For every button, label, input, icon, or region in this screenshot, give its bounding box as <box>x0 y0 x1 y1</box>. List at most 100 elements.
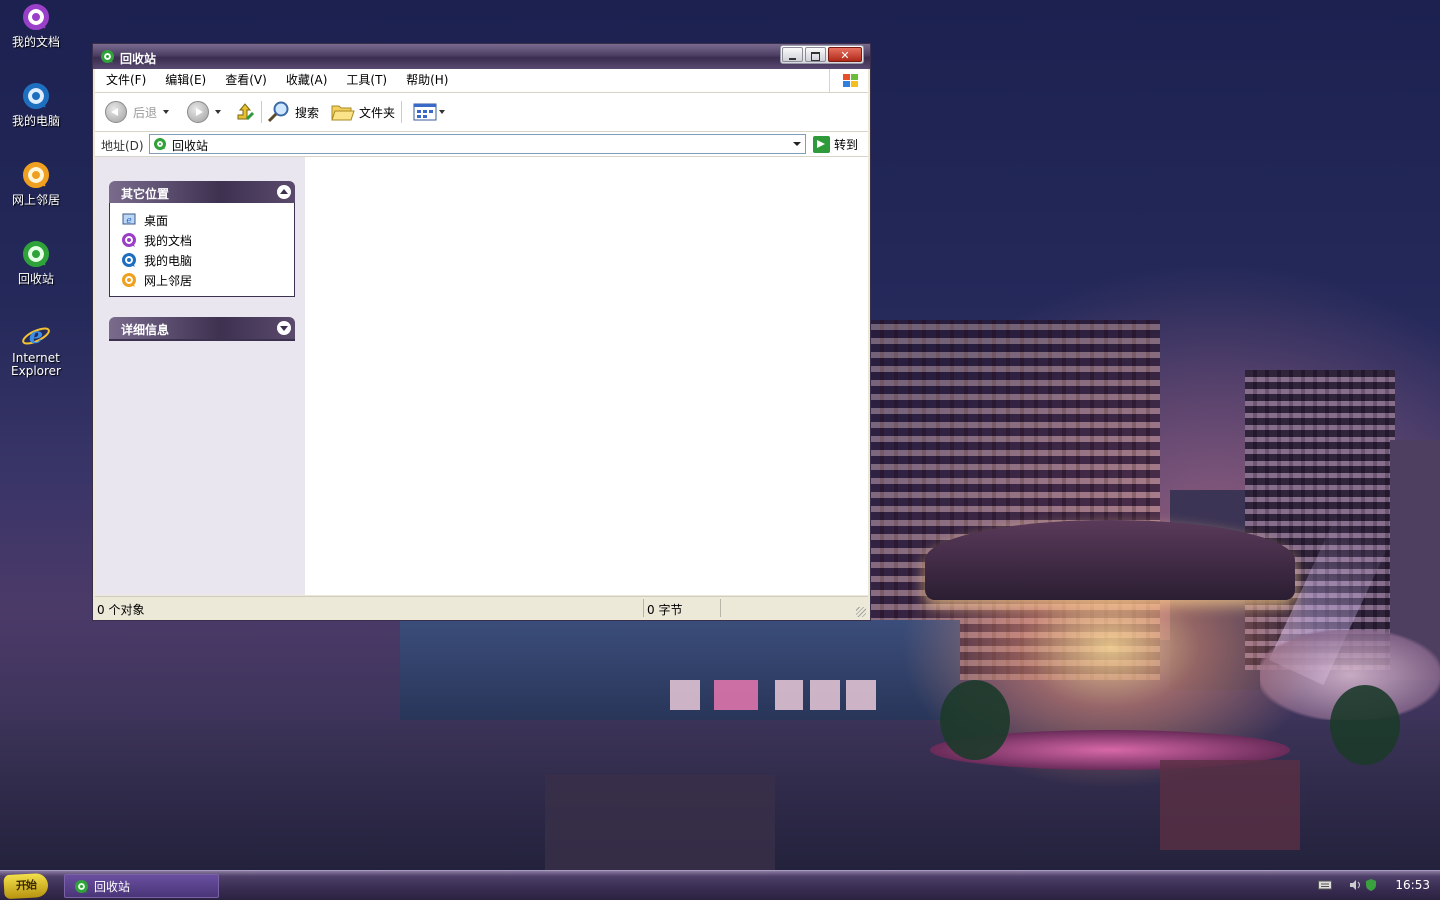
go-button[interactable]: 转到 <box>813 134 858 154</box>
desktop-icon-label: 我的文档 <box>11 35 60 49</box>
desktop-icon-my-documents[interactable]: 我的文档 <box>0 4 72 49</box>
desktop-icon-network-places[interactable]: 网上邻居 <box>0 162 72 207</box>
desktop-icon-my-computer[interactable]: 我的电脑 <box>0 83 72 128</box>
keyboard-icon[interactable] <box>1318 878 1332 892</box>
wallpaper-shop-window <box>670 680 700 710</box>
place-label: 桌面 <box>144 213 169 228</box>
volume-icon[interactable] <box>1348 878 1362 892</box>
wallpaper-mall <box>400 620 960 730</box>
place-link-desktop[interactable]: e 桌面 <box>110 210 294 230</box>
address-dropdown-button[interactable] <box>789 136 804 152</box>
file-list-area[interactable] <box>305 157 868 595</box>
my-documents-icon <box>122 233 136 247</box>
status-bar: 0 个对象 0 字节 <box>95 596 868 619</box>
status-object-count: 0 个对象 <box>97 603 145 617</box>
minimize-button[interactable] <box>782 47 803 62</box>
wallpaper-shop-window <box>775 680 803 710</box>
wallpaper-bench <box>1160 760 1300 850</box>
forward-button[interactable] <box>187 99 221 125</box>
internet-explorer-icon: e <box>21 320 51 350</box>
start-label: 开始 <box>15 878 37 893</box>
recycle-bin-icon <box>154 138 166 150</box>
views-icon <box>413 103 437 121</box>
menu-help[interactable]: 帮助(H) <box>395 69 456 92</box>
search-label: 搜索 <box>295 105 320 120</box>
standard-toolbar: 后退 搜索 文件夹 <box>95 93 868 132</box>
toolbar-separator <box>401 101 402 123</box>
desktop-icon-recycle-bin[interactable]: 回收站 <box>0 241 72 286</box>
system-tray: 16:53 <box>1318 871 1440 899</box>
expand-icon[interactable] <box>277 321 291 335</box>
back-label: 后退 <box>133 105 158 120</box>
collapse-icon[interactable] <box>277 185 291 199</box>
menu-edit[interactable]: 编辑(E) <box>154 69 214 92</box>
task-pane: 其它位置 e 桌面 我的文档 我的电脑 网上邻居 详细信息 <box>95 157 305 595</box>
status-size: 0 字节 <box>647 603 683 617</box>
menu-bar: 文件(F) 编辑(E) 查看(V) 收藏(A) 工具(T) 帮助(H) <box>95 69 868 93</box>
start-button[interactable]: 开始 <box>3 872 49 900</box>
address-input[interactable]: 回收站 <box>149 134 806 154</box>
minimize-icon <box>789 58 796 60</box>
menu-tools[interactable]: 工具(T) <box>335 69 395 92</box>
up-folder-button[interactable] <box>235 99 257 125</box>
close-icon: ✕ <box>840 49 850 62</box>
security-shield-icon[interactable] <box>1364 878 1378 892</box>
taskbar: 开始 回收站 16:53 <box>0 870 1440 900</box>
recycle-bin-icon <box>101 50 114 63</box>
chevron-down-icon <box>163 110 170 114</box>
place-link-network-places[interactable]: 网上邻居 <box>110 270 294 290</box>
details-header[interactable]: 详细信息 <box>109 317 295 341</box>
views-button[interactable] <box>413 99 445 125</box>
maximize-icon <box>811 51 820 61</box>
other-places-panel: 其它位置 e 桌面 我的文档 我的电脑 网上邻居 <box>109 181 295 297</box>
menu-favorites[interactable]: 收藏(A) <box>275 69 336 92</box>
search-button[interactable]: 搜索 <box>267 99 319 125</box>
network-places-icon <box>21 162 51 192</box>
back-arrow-icon <box>105 101 127 123</box>
my-computer-icon <box>122 253 136 267</box>
desktop-icon-internet-explorer[interactable]: e Internet Explorer <box>0 320 72 378</box>
close-button[interactable]: ✕ <box>828 47 862 62</box>
search-icon <box>267 101 289 123</box>
place-link-my-computer[interactable]: 我的电脑 <box>110 250 294 270</box>
window-titlebar[interactable]: 回收站 ✕ <box>93 44 870 69</box>
svg-text:e: e <box>29 323 43 349</box>
window-controls: ✕ <box>780 45 864 64</box>
window-title: 回收站 <box>120 52 157 66</box>
folders-label: 文件夹 <box>359 105 396 120</box>
folders-button[interactable]: 文件夹 <box>331 99 395 125</box>
content-area: 其它位置 e 桌面 我的文档 我的电脑 网上邻居 详细信息 <box>95 157 868 595</box>
other-places-title: 其它位置 <box>121 187 170 201</box>
clock[interactable]: 16:53 <box>1395 878 1430 892</box>
chevron-down-icon <box>439 110 445 114</box>
menu-file[interactable]: 文件(F) <box>95 69 154 92</box>
network-places-icon <box>122 273 136 287</box>
my-computer-icon <box>21 83 51 113</box>
back-button[interactable]: 后退 <box>105 99 170 125</box>
recycle-bin-icon <box>21 241 51 271</box>
taskbar-button-label: 回收站 <box>94 879 131 894</box>
chevron-down-icon <box>215 110 221 114</box>
other-places-list: e 桌面 我的文档 我的电脑 网上邻居 <box>109 203 295 297</box>
desktop-icon-label: 网上邻居 <box>11 193 60 207</box>
other-places-header[interactable]: 其它位置 <box>109 181 295 203</box>
desktop-icon: e <box>122 213 136 226</box>
place-label: 我的文档 <box>144 233 193 248</box>
desktop-icon-label: 回收站 <box>17 272 54 286</box>
desktop-icon-label: 我的电脑 <box>11 114 60 128</box>
menu-view[interactable]: 查看(V) <box>214 69 275 92</box>
taskbar-button-recycle-bin[interactable]: 回收站 <box>64 874 219 898</box>
details-panel: 详细信息 <box>109 317 295 341</box>
toolbar-separator <box>261 101 262 123</box>
maximize-button[interactable] <box>805 47 826 62</box>
folder-icon <box>331 105 355 121</box>
svg-text:e: e <box>126 216 131 226</box>
up-arrow-icon <box>237 103 255 121</box>
place-label: 网上邻居 <box>144 273 193 288</box>
wallpaper-shop-window <box>846 680 876 710</box>
details-title: 详细信息 <box>121 323 170 337</box>
place-link-my-documents[interactable]: 我的文档 <box>110 230 294 250</box>
resize-grip-icon[interactable] <box>856 607 866 617</box>
wallpaper-bench <box>545 775 775 870</box>
recycle-bin-window: 回收站 ✕ 文件(F) 编辑(E) 查看(V) 收藏(A) 工具(T) 帮助(H… <box>92 43 871 621</box>
